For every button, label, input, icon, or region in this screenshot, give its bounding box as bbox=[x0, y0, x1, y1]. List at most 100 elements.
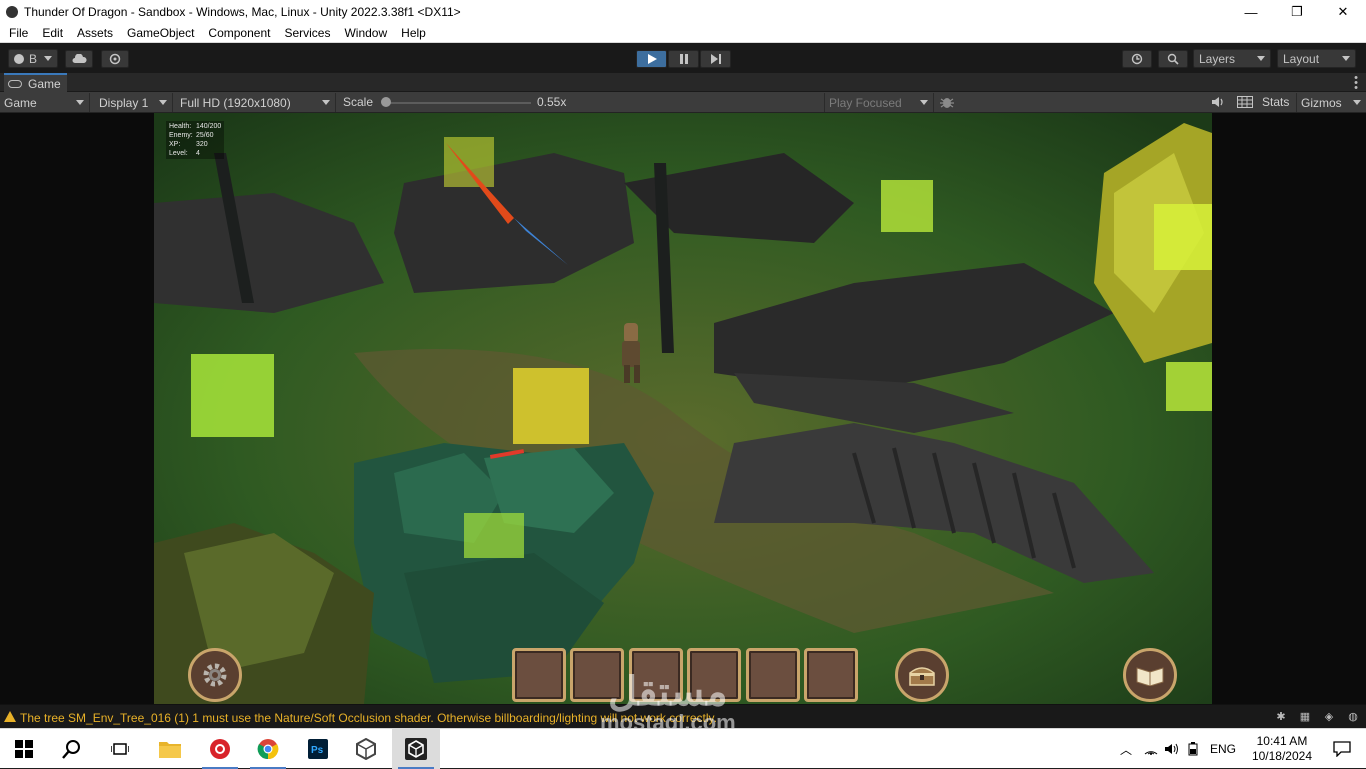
menu-window[interactable]: Window bbox=[337, 26, 394, 40]
collab-button[interactable] bbox=[101, 50, 129, 68]
unity-toolbar: B Layers Layout bbox=[0, 43, 1366, 73]
system-clock[interactable]: 10:41 AM 10/18/2024 bbox=[1252, 734, 1312, 764]
menu-assets[interactable]: Assets bbox=[70, 26, 120, 40]
network-icon[interactable] bbox=[1144, 743, 1158, 755]
minimize-button[interactable]: — bbox=[1228, 0, 1274, 24]
account-label: B bbox=[29, 51, 38, 66]
taskbar-photoshop[interactable]: Ps bbox=[294, 729, 342, 769]
inventory-chest-button[interactable] bbox=[895, 648, 949, 702]
battery-icon[interactable] bbox=[1186, 742, 1200, 756]
task-view-button[interactable] bbox=[96, 729, 144, 769]
clock-time: 10:41 AM bbox=[1256, 734, 1308, 748]
view-mode-dropdown[interactable]: Game bbox=[0, 93, 90, 112]
audio-mute-icon[interactable] bbox=[1211, 96, 1225, 111]
notifications-button[interactable] bbox=[1318, 729, 1366, 769]
open-book-icon bbox=[1136, 667, 1164, 686]
window-title: Thunder Of Dragon - Sandbox - Windows, M… bbox=[24, 5, 461, 19]
scale-label: Scale bbox=[343, 95, 374, 109]
gizmos-dropdown[interactable]: Gizmos bbox=[1296, 93, 1366, 112]
maximize-button[interactable]: ❐ bbox=[1274, 0, 1320, 24]
settings-button[interactable] bbox=[188, 648, 242, 702]
scale-slider-track[interactable] bbox=[385, 102, 531, 104]
menu-help[interactable]: Help bbox=[394, 26, 433, 40]
menu-file[interactable]: File bbox=[2, 26, 35, 40]
close-button[interactable]: ✕ bbox=[1320, 0, 1366, 24]
search-button[interactable] bbox=[48, 729, 96, 769]
inventory-slot[interactable] bbox=[512, 648, 566, 702]
window-controls: — ❐ ✕ bbox=[1228, 0, 1366, 24]
history-icon bbox=[1131, 53, 1143, 65]
chevron-down-icon bbox=[44, 56, 52, 61]
history-button[interactable] bbox=[1122, 50, 1152, 68]
cloud-button[interactable] bbox=[65, 50, 93, 68]
windows-logo-icon bbox=[15, 740, 33, 758]
stats-toggle[interactable]: Stats bbox=[1262, 95, 1289, 109]
unity-logo-icon bbox=[6, 6, 18, 18]
more-options-icon[interactable]: • • • bbox=[1354, 73, 1358, 94]
debug-bug-icon[interactable] bbox=[939, 95, 955, 112]
windows-taskbar: Ps ︿ ENG 10:41 AM 10/18/2024 bbox=[0, 728, 1366, 769]
warning-icon bbox=[4, 711, 16, 722]
record-app-icon bbox=[210, 739, 230, 759]
chevron-down-icon bbox=[76, 100, 84, 105]
layout-dropdown[interactable]: Layout bbox=[1277, 49, 1356, 68]
layers-dropdown[interactable]: Layers bbox=[1193, 49, 1271, 68]
gear-icon bbox=[203, 663, 227, 687]
clock-date: 10/18/2024 bbox=[1251, 749, 1312, 763]
cloud-icon bbox=[72, 54, 87, 63]
taskbar-file-explorer[interactable] bbox=[146, 729, 194, 769]
chevron-up-icon[interactable]: ︿ bbox=[1120, 741, 1132, 758]
play-focused-dropdown[interactable]: Play Focused bbox=[824, 93, 934, 112]
account-dropdown[interactable]: B bbox=[8, 49, 58, 68]
bug-icon[interactable]: ✱ bbox=[1274, 710, 1288, 724]
game-scene-render[interactable]: Health: 140/200 Enemy: 25/60 XP: 320 Level:… bbox=[154, 113, 1212, 704]
search-icon bbox=[1167, 53, 1179, 65]
folder-icon bbox=[159, 742, 181, 758]
treasure-chest-icon bbox=[909, 667, 935, 686]
menu-edit[interactable]: Edit bbox=[35, 26, 70, 40]
game-view-toolbar: Game Display 1 Full HD (1920x1080) Scale… bbox=[0, 92, 1366, 113]
search-button[interactable] bbox=[1158, 50, 1188, 68]
volume-icon[interactable] bbox=[1164, 743, 1180, 755]
taskbar-chrome[interactable] bbox=[244, 729, 292, 769]
step-button[interactable] bbox=[700, 50, 731, 68]
step-icon bbox=[710, 54, 721, 64]
display-dropdown[interactable]: Display 1 bbox=[95, 93, 173, 112]
unity-icon bbox=[405, 738, 427, 760]
progress-icon[interactable]: ◍ bbox=[1346, 710, 1360, 724]
tab-game-label: Game bbox=[28, 76, 61, 91]
play-button[interactable] bbox=[636, 50, 667, 68]
stat-row: XP: 320 bbox=[169, 141, 208, 148]
taskbar-recorder[interactable] bbox=[196, 729, 244, 769]
network-icon[interactable]: ◈ bbox=[1322, 710, 1336, 724]
watermark: مستقل mostaql.com bbox=[600, 672, 736, 734]
chevron-down-icon bbox=[159, 100, 167, 105]
menu-services[interactable]: Services bbox=[277, 26, 337, 40]
tab-game[interactable]: Game bbox=[4, 73, 67, 92]
menu-component[interactable]: Component bbox=[201, 26, 277, 40]
menu-gameobject[interactable]: GameObject bbox=[120, 26, 201, 40]
play-icon bbox=[647, 54, 657, 64]
inventory-slot[interactable] bbox=[804, 648, 858, 702]
play-focused-label: Play Focused bbox=[829, 95, 902, 110]
inventory-slot[interactable] bbox=[746, 648, 800, 702]
language-indicator[interactable]: ENG bbox=[1210, 742, 1236, 756]
photoshop-icon: Ps bbox=[308, 739, 328, 759]
scene-icon[interactable]: ▦ bbox=[1298, 710, 1312, 724]
svg-text:Ps: Ps bbox=[311, 745, 324, 756]
watermark-arabic: مستقل bbox=[607, 670, 728, 714]
unity-hub-icon bbox=[356, 738, 376, 760]
taskbar-unity-editor[interactable] bbox=[392, 729, 440, 769]
player-stats-overlay: Health: 140/200 Enemy: 25/60 XP: 320 Level:… bbox=[166, 121, 225, 159]
scale-value: 0.55x bbox=[537, 95, 567, 109]
grid-icon[interactable] bbox=[1237, 96, 1253, 111]
start-button[interactable] bbox=[0, 729, 48, 769]
pause-button[interactable] bbox=[668, 50, 699, 68]
taskbar-unity-hub[interactable] bbox=[342, 729, 390, 769]
chevron-down-icon bbox=[1342, 56, 1350, 61]
scale-slider-thumb[interactable] bbox=[381, 97, 391, 107]
view-mode-label: Game bbox=[4, 95, 37, 110]
menu-bar: File Edit Assets GameObject Component Se… bbox=[0, 24, 1366, 43]
journal-button[interactable] bbox=[1123, 648, 1177, 702]
resolution-dropdown[interactable]: Full HD (1920x1080) bbox=[176, 93, 336, 112]
